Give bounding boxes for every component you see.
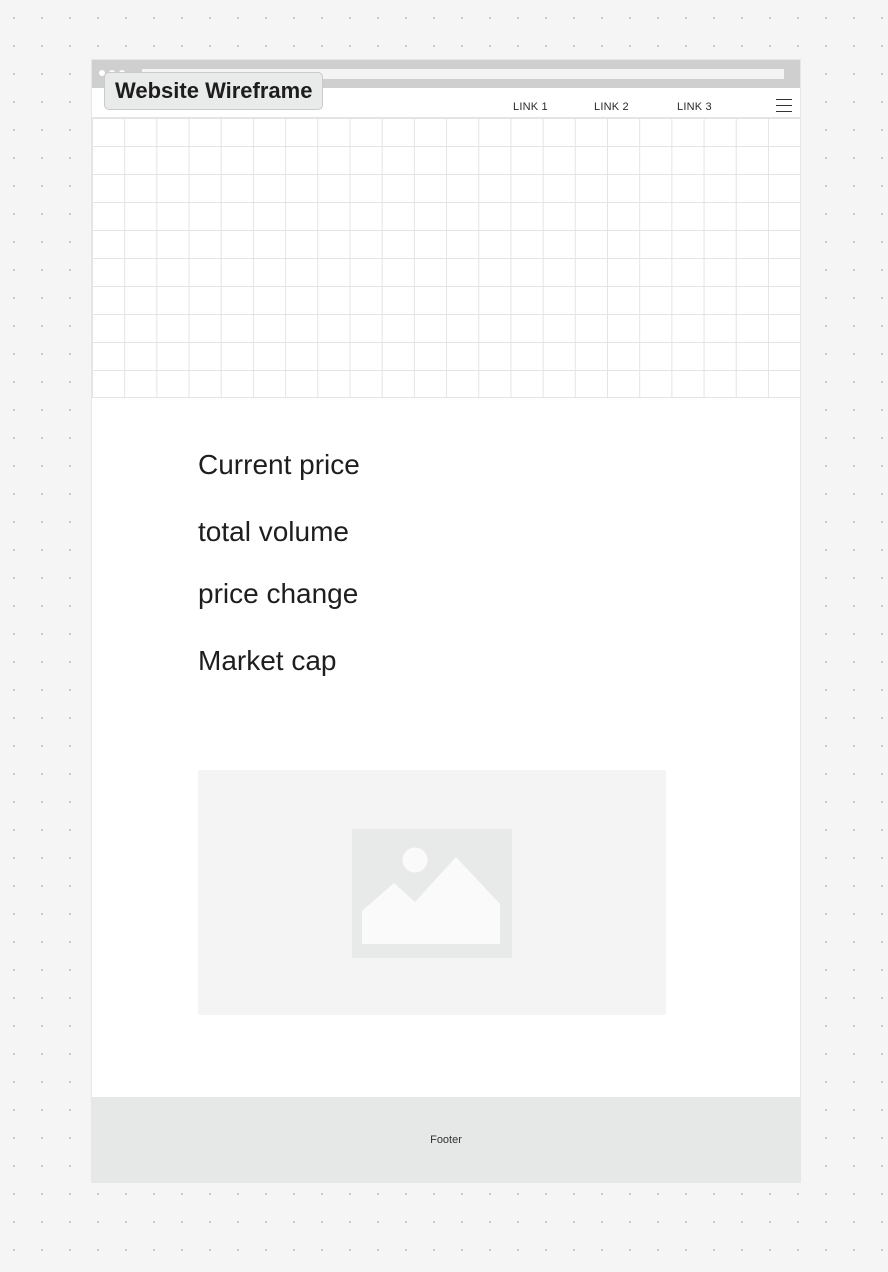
nav-link-1[interactable]: LINK 1 — [513, 101, 548, 113]
image-placeholder-icon — [352, 829, 512, 958]
nav-link-2[interactable]: LINK 2 — [594, 101, 629, 113]
footer-label: Footer — [430, 1134, 462, 1146]
metric-total-volume: total volume — [198, 516, 349, 547]
footer: Footer — [92, 1097, 800, 1182]
nav-link-3[interactable]: LINK 3 — [677, 101, 712, 113]
canvas-title-badge[interactable]: Website Wireframe — [104, 72, 324, 110]
metric-market-cap: Market cap — [198, 645, 337, 676]
metric-current-price: Current price — [198, 449, 360, 480]
hero-grid-placeholder — [92, 117, 800, 398]
hamburger-menu-icon[interactable] — [776, 98, 792, 112]
wireframe-frame: LINK 1 LINK 2 LINK 3 Current price total… — [92, 60, 800, 1182]
image-placeholder — [198, 770, 666, 1015]
metric-price-change: price change — [198, 578, 359, 609]
